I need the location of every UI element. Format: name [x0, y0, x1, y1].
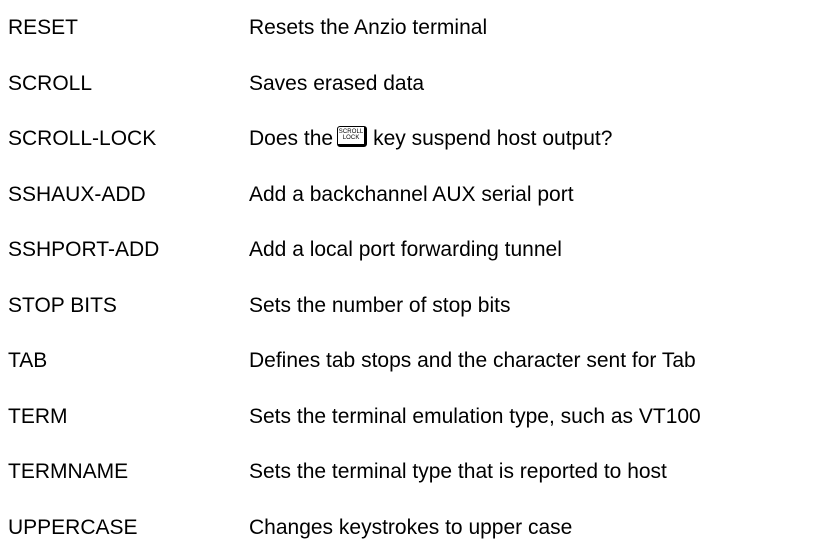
command-description: Add a local port forwarding tunnel	[249, 222, 562, 277]
command-description: Does theSCROLLLOCK key suspend host outpu…	[249, 111, 612, 166]
description-text-before: Does the	[249, 127, 333, 150]
command-name: STOP BITS	[8, 278, 117, 333]
command-name: SSHPORT-ADD	[8, 222, 159, 277]
description-text-after: key suspend host output?	[373, 127, 612, 150]
scroll-lock-key-icon: SCROLLLOCK	[337, 126, 367, 147]
command-row: SSHAUX-ADD Add a backchannel AUX serial …	[8, 167, 834, 223]
command-name: TERMNAME	[8, 444, 128, 499]
command-name: SCROLL-LOCK	[8, 111, 156, 166]
command-row: SCROLL-LOCK Does theSCROLLLOCK key suspen…	[8, 111, 834, 167]
command-row: SCROLL Saves erased data	[8, 56, 834, 112]
command-description: Saves erased data	[249, 56, 424, 111]
command-description: Add a backchannel AUX serial port	[249, 167, 574, 222]
command-row: TAB Defines tab stops and the character …	[8, 333, 834, 389]
command-name: SSHAUX-ADD	[8, 167, 146, 222]
command-description: Sets the number of stop bits	[249, 278, 510, 333]
command-description: Resets the Anzio terminal	[249, 0, 487, 55]
command-row: TERMNAME Sets the terminal type that is …	[8, 444, 834, 500]
command-name: SCROLL	[8, 56, 92, 111]
command-name: TAB	[8, 333, 47, 388]
command-description: Sets the terminal type that is reported …	[249, 444, 667, 499]
command-row: TERM Sets the terminal emulation type, s…	[8, 389, 834, 445]
command-description: Defines tab stops and the character sent…	[249, 333, 696, 388]
command-name: RESET	[8, 0, 78, 55]
command-row: RESET Resets the Anzio terminal	[8, 0, 834, 56]
command-name: TERM	[8, 389, 68, 444]
command-description: Changes keystrokes to upper case	[249, 500, 572, 555]
key-label-line2: LOCK	[338, 135, 364, 142]
command-name: UPPERCASE	[8, 500, 138, 555]
command-list: RESET Resets the Anzio terminal SCROLL S…	[8, 0, 834, 555]
command-row: UPPERCASE Changes keystrokes to upper ca…	[8, 500, 834, 555]
command-description: Sets the terminal emulation type, such a…	[249, 389, 701, 444]
command-row: STOP BITS Sets the number of stop bits	[8, 278, 834, 334]
command-row: SSHPORT-ADD Add a local port forwarding …	[8, 222, 834, 278]
